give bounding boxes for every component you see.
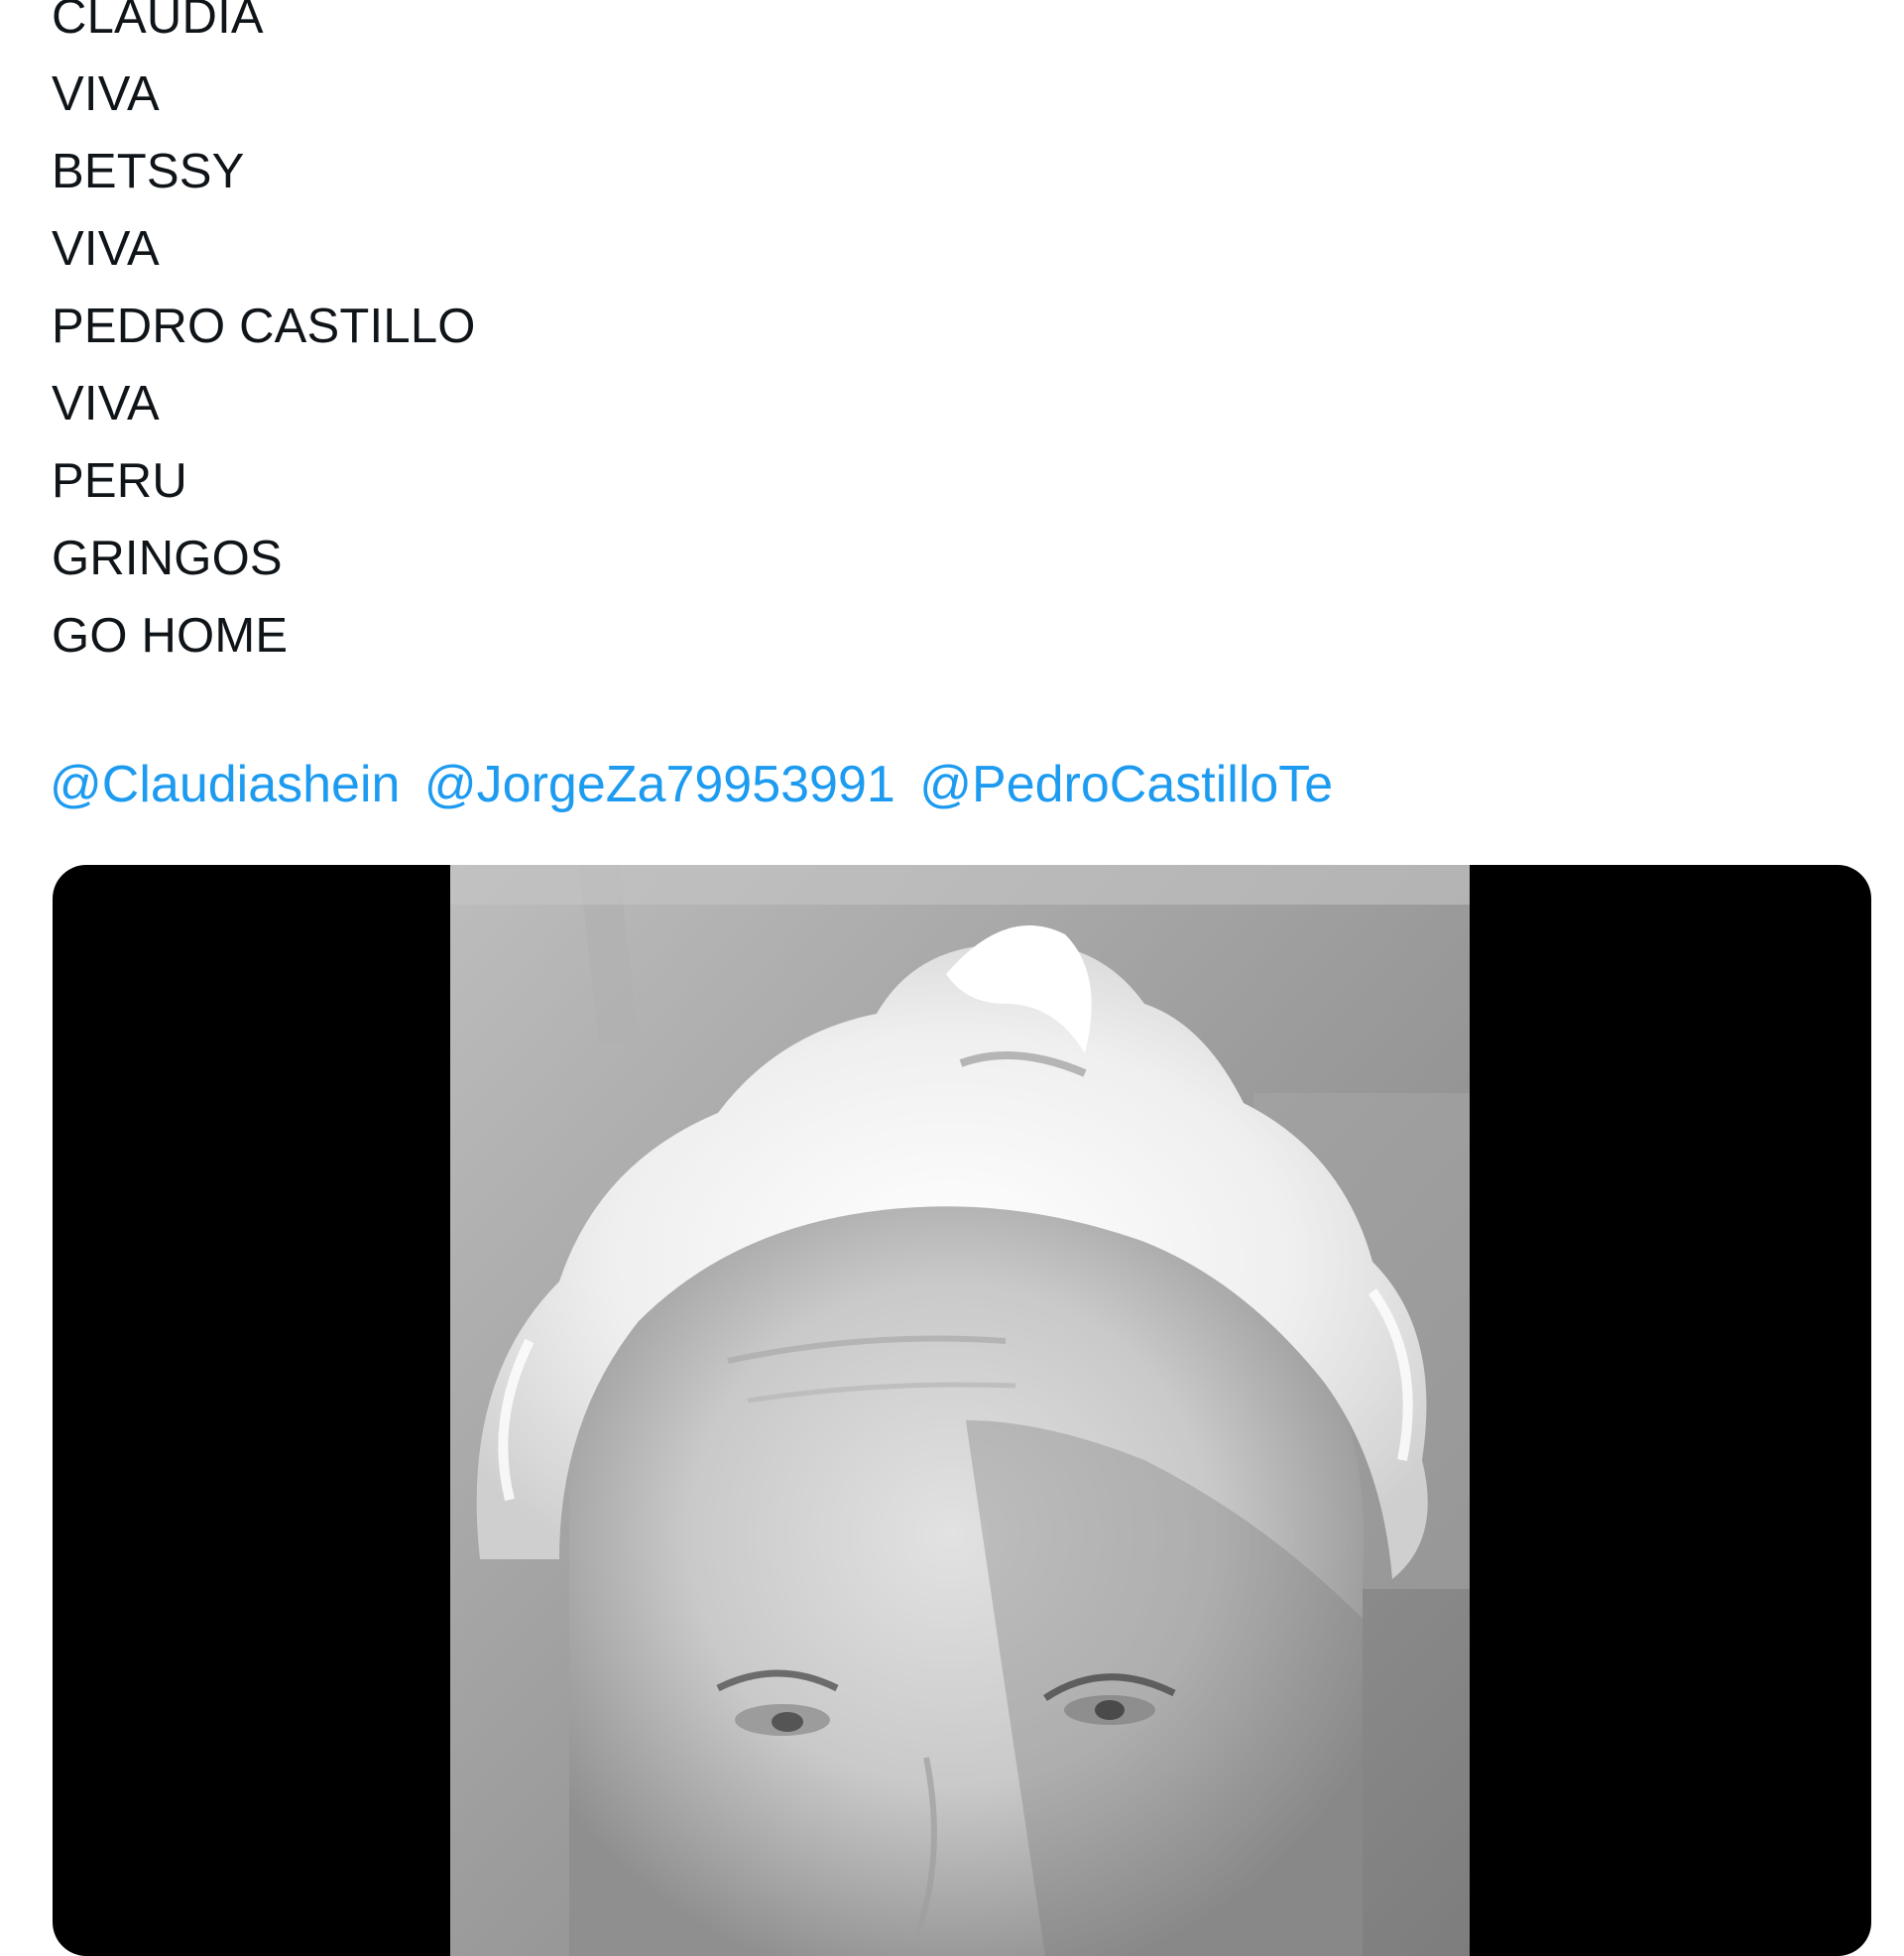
tweet-line: BETSSY [52,145,245,198]
tweet-line: PERU [52,454,187,508]
tweet-line: VIVA [52,377,160,430]
tweet-line: VIVA [52,67,160,121]
mention-link-jorgeza79953991[interactable]: @JorgeZa79953991 [424,756,895,813]
video-thumbnail[interactable] [450,865,1470,1956]
tweet-line: CLAUDIA [52,0,264,44]
tweet-text: CLAUDIA VIVA BETSSY VIVA PEDRO CASTILLO … [52,0,476,674]
mention-list: @Claudiashein @JorgeZa79953991 @PedroCas… [50,746,1343,823]
tweet-line: GRINGOS [52,532,283,585]
mention-link-claudiashein[interactable]: @Claudiashein [50,756,400,813]
portrait-thumbnail-image [450,865,1470,1956]
tweet-line: GO HOME [52,609,289,663]
mention-link-pedrocastillote[interactable]: @PedroCastilloTe [919,756,1333,813]
video-media-card[interactable] [53,865,1871,1956]
tweet-line: VIVA [52,222,160,276]
tweet-line: PEDRO CASTILLO [52,300,476,353]
